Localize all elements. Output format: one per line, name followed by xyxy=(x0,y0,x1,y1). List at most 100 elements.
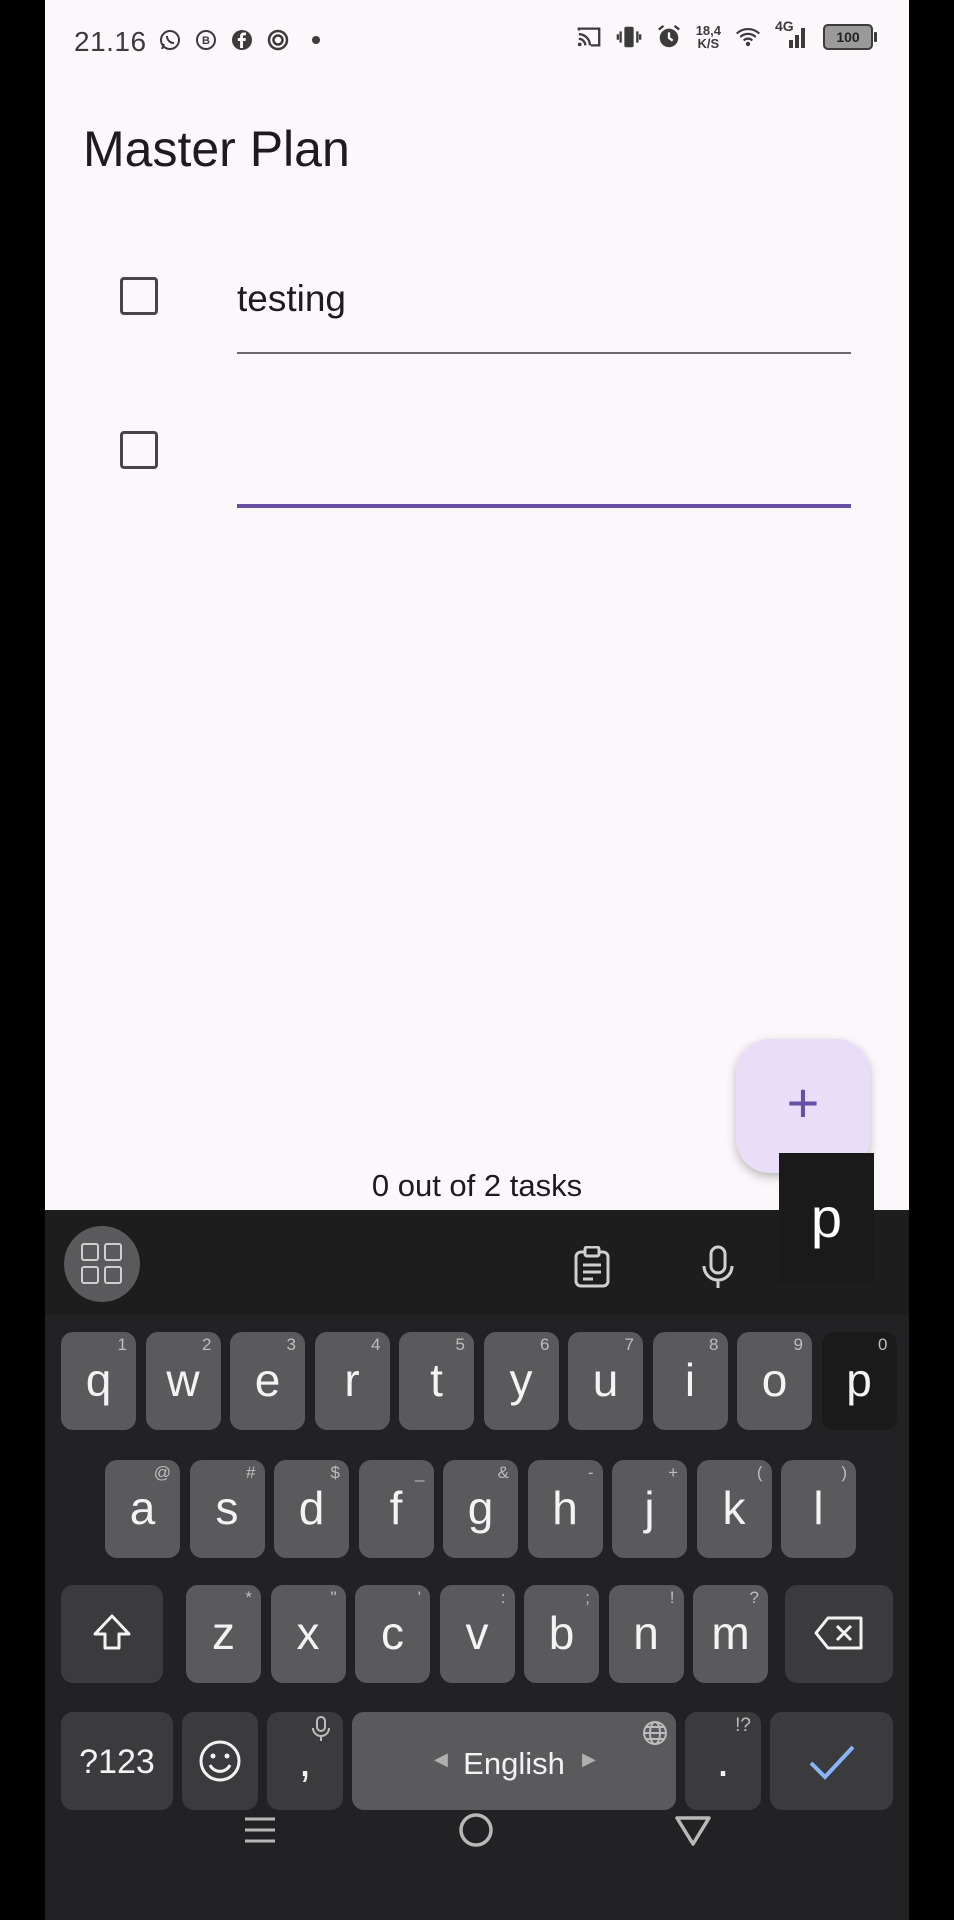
key-v[interactable]: :v xyxy=(439,1585,515,1683)
key-label: r xyxy=(344,1354,360,1406)
task-checkbox[interactable] xyxy=(120,277,158,315)
key-label: z xyxy=(212,1607,235,1659)
key-q[interactable]: 1q xyxy=(61,1332,136,1430)
key-hint: ( xyxy=(756,1463,763,1482)
key-label: w xyxy=(166,1354,200,1406)
backspace-icon xyxy=(814,1616,863,1650)
key-a[interactable]: @ a xyxy=(105,1460,180,1558)
key-z[interactable]: * z xyxy=(186,1585,261,1683)
key-label: o xyxy=(761,1354,788,1406)
key-label: u xyxy=(592,1354,619,1406)
key-label: g xyxy=(467,1482,494,1534)
key-label: s xyxy=(215,1482,239,1534)
page-title: Master Plan xyxy=(83,121,350,177)
network-speed: 18,4 K/S xyxy=(696,24,721,50)
key-w[interactable]: 2w xyxy=(145,1332,221,1430)
key-r[interactable]: 4r xyxy=(314,1332,390,1430)
backspace-key[interactable] xyxy=(785,1585,893,1683)
key-o[interactable]: 9o xyxy=(737,1332,812,1430)
task-text-field[interactable] xyxy=(237,269,851,329)
network-speed-unit: K/S xyxy=(697,36,720,51)
vibrate-icon xyxy=(616,24,642,50)
key-s[interactable]: # s xyxy=(189,1460,265,1558)
key-h[interactable]: -h xyxy=(527,1460,603,1558)
voice-input-icon[interactable] xyxy=(698,1244,738,1292)
key-c[interactable]: ' c xyxy=(355,1585,430,1683)
phone-screen: 21.16 B 18,4 K/S 4G 100 Master Plan test… xyxy=(45,0,909,1920)
task-row xyxy=(45,400,909,510)
status-bar: 21.16 B 18,4 K/S 4G 100 xyxy=(45,0,909,86)
key-l[interactable]: ) l xyxy=(781,1460,856,1558)
key-p[interactable]: 0p xyxy=(821,1332,897,1430)
more-notifications-dot-icon xyxy=(301,27,327,53)
apps-grid-icon[interactable] xyxy=(64,1226,140,1302)
key-label: p xyxy=(846,1354,872,1406)
key-label: l xyxy=(813,1482,824,1534)
key-label: y xyxy=(509,1354,533,1406)
key-hint: 9 xyxy=(793,1335,803,1354)
key-hint: ; xyxy=(585,1588,590,1607)
key-label: c xyxy=(381,1607,404,1659)
key-hint: & xyxy=(497,1463,509,1482)
key-j[interactable]: + j xyxy=(612,1460,687,1558)
shift-key[interactable] xyxy=(61,1585,163,1683)
key-g[interactable]: & g xyxy=(443,1460,518,1558)
key-u[interactable]: 7u xyxy=(568,1332,643,1430)
key-hint: # xyxy=(246,1463,256,1482)
key-hint: @ xyxy=(153,1463,171,1482)
task-field-underline-focused xyxy=(237,504,851,508)
key-hint: ) xyxy=(841,1463,847,1482)
network-type: 4G xyxy=(775,18,794,34)
home-nav-icon[interactable] xyxy=(456,1810,496,1850)
key-n[interactable]: ! n xyxy=(608,1585,684,1683)
key-i[interactable]: 8i xyxy=(652,1332,728,1430)
key-label: q xyxy=(85,1354,112,1406)
key-e[interactable]: 3e xyxy=(230,1332,305,1430)
key-hint: : xyxy=(500,1588,506,1607)
key-hint: - xyxy=(587,1463,594,1482)
key-b[interactable]: ; b xyxy=(524,1585,599,1683)
key-hint: 6 xyxy=(540,1335,550,1354)
key-preview-popup: p xyxy=(779,1153,874,1283)
key-label: j xyxy=(644,1482,655,1534)
status-time: 21.16 xyxy=(74,26,147,57)
key-label: f xyxy=(389,1482,403,1534)
menu-nav-icon[interactable] xyxy=(242,1812,278,1848)
key-label: k xyxy=(722,1482,746,1534)
key-t[interactable]: 5t xyxy=(399,1332,474,1430)
key-label: a xyxy=(129,1482,156,1534)
key-label: v xyxy=(465,1607,489,1659)
key-label: t xyxy=(430,1354,443,1406)
key-y[interactable]: 6y xyxy=(483,1332,559,1430)
task-checkbox[interactable] xyxy=(120,431,158,469)
back-nav-icon[interactable] xyxy=(673,1813,713,1849)
key-label: i xyxy=(684,1354,696,1406)
whatsapp-icon xyxy=(157,27,183,53)
key-label: e xyxy=(254,1354,281,1406)
key-label: b xyxy=(548,1607,575,1659)
target-app-icon xyxy=(265,27,291,53)
key-f[interactable]: _ f xyxy=(358,1460,434,1558)
key-k[interactable]: (k xyxy=(696,1460,772,1558)
wifi-icon xyxy=(735,24,761,50)
key-label: x xyxy=(296,1607,320,1659)
key-hint: * xyxy=(245,1588,252,1607)
key-hint: _ xyxy=(415,1463,425,1482)
key-d[interactable]: $ d xyxy=(274,1460,349,1558)
key-hint: 5 xyxy=(455,1335,465,1354)
shift-icon xyxy=(93,1614,131,1650)
task-text-field-focused[interactable] xyxy=(237,423,851,483)
key-hint: 4 xyxy=(371,1335,381,1354)
mobile-signal-icon: 4G xyxy=(775,18,809,50)
whatsapp-business-icon: B xyxy=(193,27,219,53)
key-hint: ? xyxy=(749,1588,759,1607)
key-hint: 8 xyxy=(709,1335,719,1354)
key-hint: + xyxy=(668,1463,678,1482)
key-x[interactable]: " x xyxy=(270,1585,346,1683)
key-m[interactable]: ? m xyxy=(693,1585,768,1683)
key-hint: 0 xyxy=(878,1335,888,1354)
alarm-icon xyxy=(656,24,682,50)
system-icons: 18,4 K/S 4G 100 xyxy=(576,18,877,50)
clipboard-icon[interactable] xyxy=(573,1246,611,1288)
key-hint: $ xyxy=(330,1463,340,1482)
